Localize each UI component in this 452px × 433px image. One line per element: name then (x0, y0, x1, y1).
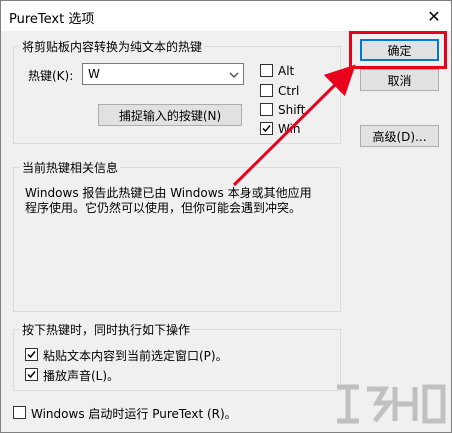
puretext-options-dialog: PureText 选项 ✕ 将剪贴板内容转换为纯文本的热键 热键(K): W 捕… (0, 0, 452, 433)
watermark-logo (337, 384, 446, 424)
arrow-annotation (232, 64, 356, 187)
